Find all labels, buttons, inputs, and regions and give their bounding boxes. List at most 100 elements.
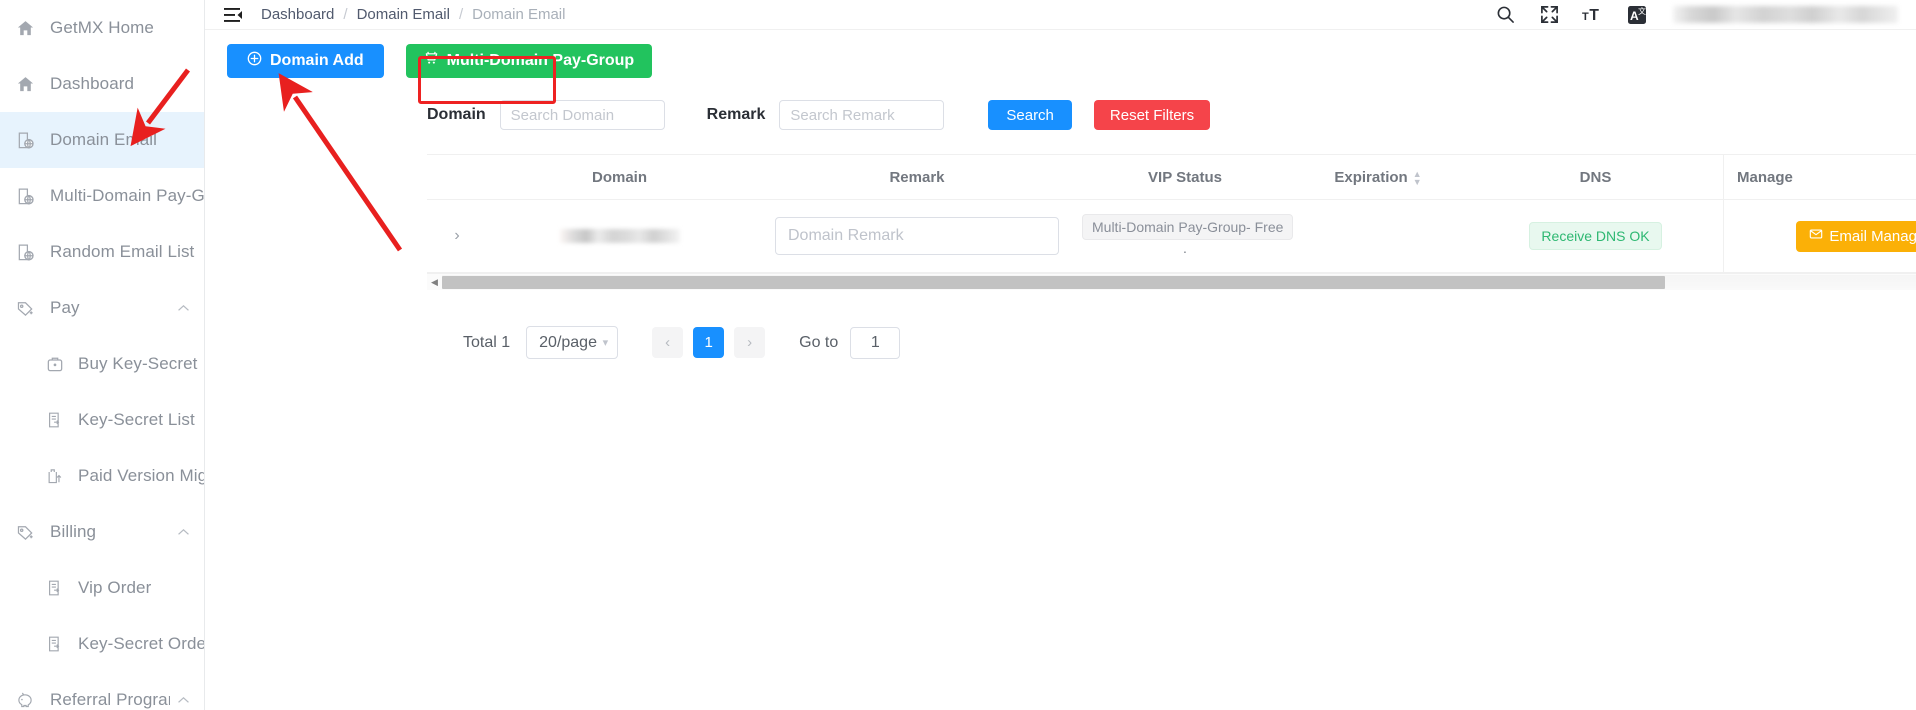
pagination: Total 1 20/page ▾ ‹ 1 › Go to bbox=[463, 326, 1916, 359]
chevron-up-icon[interactable] bbox=[170, 304, 196, 313]
column-expiration-label: Expiration bbox=[1334, 169, 1408, 186]
table-header-row: Domain Remark VIP Status Expiration ▲▼ bbox=[427, 155, 1916, 200]
domain-add-button[interactable]: Domain Add bbox=[227, 44, 384, 78]
sidebar-item-label: Paid Version Migration bbox=[78, 466, 204, 485]
sidebar-item-referral-program[interactable]: Referral Program bbox=[0, 672, 204, 710]
tag-icon bbox=[14, 297, 36, 319]
font-size-icon[interactable]: T T bbox=[1581, 3, 1605, 27]
chevron-down-icon: ▾ bbox=[602, 337, 609, 349]
sidebar-item-label: Random Email List bbox=[50, 242, 195, 261]
pagination-prev-button[interactable]: ‹ bbox=[652, 327, 684, 358]
sidebar-item-label: Dashboard bbox=[50, 74, 135, 93]
sidebar-item-label: Vip Order bbox=[78, 578, 152, 597]
tag-icon bbox=[14, 521, 36, 543]
sidebar-item-paid-version-migration[interactable]: Paid Version Migration bbox=[0, 448, 204, 504]
bag-icon bbox=[44, 353, 66, 375]
sidebar-item-label: Key-Secret List bbox=[78, 410, 195, 429]
user-name-redacted[interactable] bbox=[1673, 6, 1898, 23]
sidebar-item-label: Multi-Domain Pay-Group bbox=[50, 186, 204, 205]
sidebar-item-label: Domain Email bbox=[50, 130, 158, 149]
sort-arrows-icon[interactable]: ▲ ▼ bbox=[1413, 169, 1422, 186]
sidebar-item-label: Key-Secret Order bbox=[78, 634, 204, 653]
sidebar-item-key-secret-order[interactable]: Key-Secret Order bbox=[0, 616, 204, 672]
domain-remark-input[interactable] bbox=[775, 217, 1059, 255]
sidebar-item-label: GetMX Home bbox=[50, 18, 154, 37]
table-row: › Multi-Domain Pay-Group- Free. bbox=[427, 199, 1916, 273]
row-remark-cell bbox=[752, 199, 1082, 273]
svg-text:T: T bbox=[1589, 7, 1599, 24]
domain-table: Domain Remark VIP Status Expiration ▲▼ bbox=[427, 154, 1916, 273]
column-remark: Remark bbox=[752, 155, 1082, 200]
menu-fold-icon[interactable] bbox=[221, 3, 245, 27]
sidebar-item-multi-domain-pay-group[interactable]: Multi-Domain Pay-Group bbox=[0, 168, 204, 224]
sidebar-item-domain-email[interactable]: Domain Email bbox=[0, 112, 204, 168]
chevron-up-icon[interactable] bbox=[170, 528, 196, 537]
breadcrumb-item-domain-email[interactable]: Domain Email bbox=[357, 6, 450, 23]
remark-filter-label: Remark bbox=[706, 106, 766, 123]
sidebar-item-getmx-home[interactable]: GetMX Home bbox=[0, 0, 204, 56]
page-size-select[interactable]: 20/page ▾ bbox=[526, 326, 619, 359]
translate-icon[interactable]: A 文 bbox=[1625, 3, 1649, 27]
sidebar-item-random-email-list[interactable]: Random Email List bbox=[0, 224, 204, 280]
reset-filters-button[interactable]: Reset Filters bbox=[1093, 100, 1211, 130]
sidebar-item-billing[interactable]: Billing bbox=[0, 504, 204, 560]
sidebar-item-buy-key-secret[interactable]: Buy Key-Secret bbox=[0, 336, 204, 392]
search-icon[interactable] bbox=[1493, 3, 1517, 27]
breadcrumb-item-dashboard[interactable]: Dashboard bbox=[261, 6, 334, 23]
upload-icon bbox=[44, 465, 66, 487]
sidebar-item-vip-order[interactable]: Vip Order bbox=[0, 560, 204, 616]
chevron-up-icon[interactable] bbox=[170, 696, 196, 705]
pagination-page-1[interactable]: 1 bbox=[693, 327, 725, 358]
list-icon bbox=[44, 409, 66, 431]
column-manage: Manage bbox=[1723, 155, 1916, 200]
email-manage-label: Email Manage bbox=[1829, 227, 1916, 245]
row-expand-cell[interactable]: › bbox=[427, 199, 487, 273]
header-actions: T T A 文 bbox=[1493, 3, 1898, 27]
domain-search-input[interactable] bbox=[499, 100, 665, 130]
scrollbar-thumb[interactable] bbox=[442, 275, 1665, 289]
sidebar-item-dashboard[interactable]: Dashboard bbox=[0, 56, 204, 112]
row-vip-status-cell: Multi-Domain Pay-Group- Free. bbox=[1082, 199, 1294, 273]
dns-status-badge: Receive DNS OK bbox=[1529, 222, 1662, 250]
breadcrumb: Dashboard / Domain Email / Domain Email bbox=[261, 6, 565, 23]
top-header-bar: Dashboard / Domain Email / Domain Email bbox=[205, 0, 1916, 30]
piggy-icon bbox=[14, 689, 36, 710]
search-button[interactable]: Search bbox=[988, 100, 1072, 130]
app-root: GetMX Home Dashboard Domain Email Multi-Dom… bbox=[0, 0, 1916, 710]
breadcrumb-separator: / bbox=[458, 6, 464, 23]
scrollbar-track[interactable] bbox=[442, 274, 1916, 290]
pagination-next-button[interactable]: › bbox=[734, 327, 766, 358]
main-area: Dashboard / Domain Email / Domain Email bbox=[205, 0, 1916, 710]
vip-status-tag: Multi-Domain Pay-Group- Free bbox=[1082, 214, 1294, 240]
pagination-goto-input[interactable] bbox=[850, 326, 901, 359]
column-expiration[interactable]: Expiration ▲ ▼ bbox=[1288, 155, 1468, 200]
home-icon bbox=[14, 73, 36, 95]
email-manage-button[interactable]: Email Manage bbox=[1796, 220, 1916, 252]
remark-search-input[interactable] bbox=[779, 100, 945, 130]
scroll-left-arrow-icon[interactable]: ◀ bbox=[427, 274, 442, 291]
filter-bar: Domain Remark Search Reset Filters bbox=[205, 78, 1916, 130]
chevron-right-icon[interactable]: › bbox=[454, 227, 459, 245]
horizontal-scrollbar[interactable]: ◀ ▶ bbox=[427, 273, 1916, 290]
pagination-total: Total 1 bbox=[463, 333, 511, 351]
multi-domain-pay-group-button[interactable]: Multi-Domain Pay-Group bbox=[405, 44, 653, 78]
domain-icon bbox=[14, 185, 36, 207]
row-expiration-cell bbox=[1288, 199, 1468, 273]
domain-filter-label: Domain bbox=[427, 106, 486, 123]
fixed-column-divider bbox=[1723, 155, 1724, 273]
cart-icon bbox=[424, 51, 439, 71]
plus-circle-icon bbox=[247, 51, 262, 71]
sidebar-item-key-secret-list[interactable]: Key-Secret List bbox=[0, 392, 204, 448]
home-icon bbox=[14, 17, 36, 39]
list-icon bbox=[44, 577, 66, 599]
action-toolbar: Domain Add Multi-Domain Pay-Group bbox=[205, 30, 1916, 78]
sidebar-item-label: Pay bbox=[50, 298, 80, 317]
domain-value-redacted bbox=[559, 228, 680, 243]
sidebar-item-label: Buy Key-Secret bbox=[78, 354, 198, 373]
column-dns: DNS bbox=[1468, 155, 1723, 200]
fullscreen-icon[interactable] bbox=[1537, 3, 1561, 27]
domain-add-label: Domain Add bbox=[270, 52, 364, 69]
domain-icon bbox=[14, 129, 36, 151]
multi-domain-pay-group-label: Multi-Domain Pay-Group bbox=[446, 52, 635, 69]
sidebar-item-pay[interactable]: Pay bbox=[0, 280, 204, 336]
